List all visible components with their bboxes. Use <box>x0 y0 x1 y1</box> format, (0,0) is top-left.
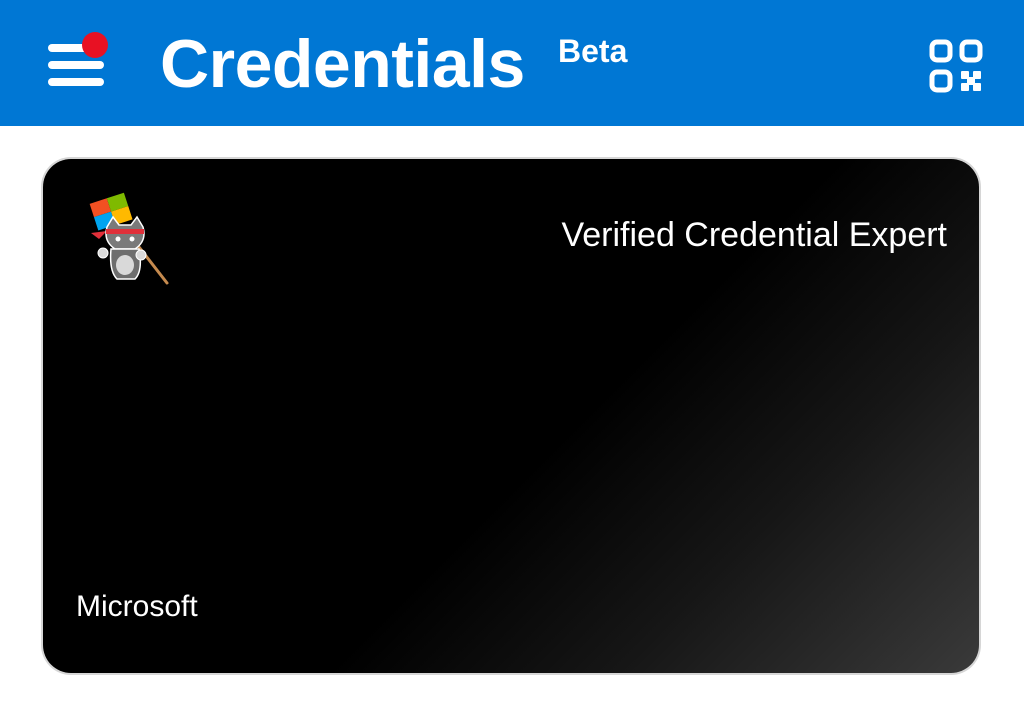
page-title: Credentials <box>160 26 525 102</box>
credential-card[interactable]: Verified Credential Expert Microsoft <box>43 159 979 673</box>
qr-code-icon <box>929 39 983 93</box>
menu-button[interactable] <box>40 30 116 96</box>
beta-badge: Beta <box>558 33 628 69</box>
credential-title: Verified Credential Expert <box>561 216 947 254</box>
qr-scan-button[interactable] <box>928 38 984 94</box>
menu-bar-middle <box>48 61 104 69</box>
ninja-cat-flag-logo <box>89 192 169 285</box>
app-header: Credentials Beta <box>0 0 1024 126</box>
credential-issuer: Microsoft <box>76 590 198 623</box>
notification-dot <box>82 32 108 58</box>
menu-bar-bottom <box>48 78 104 86</box>
